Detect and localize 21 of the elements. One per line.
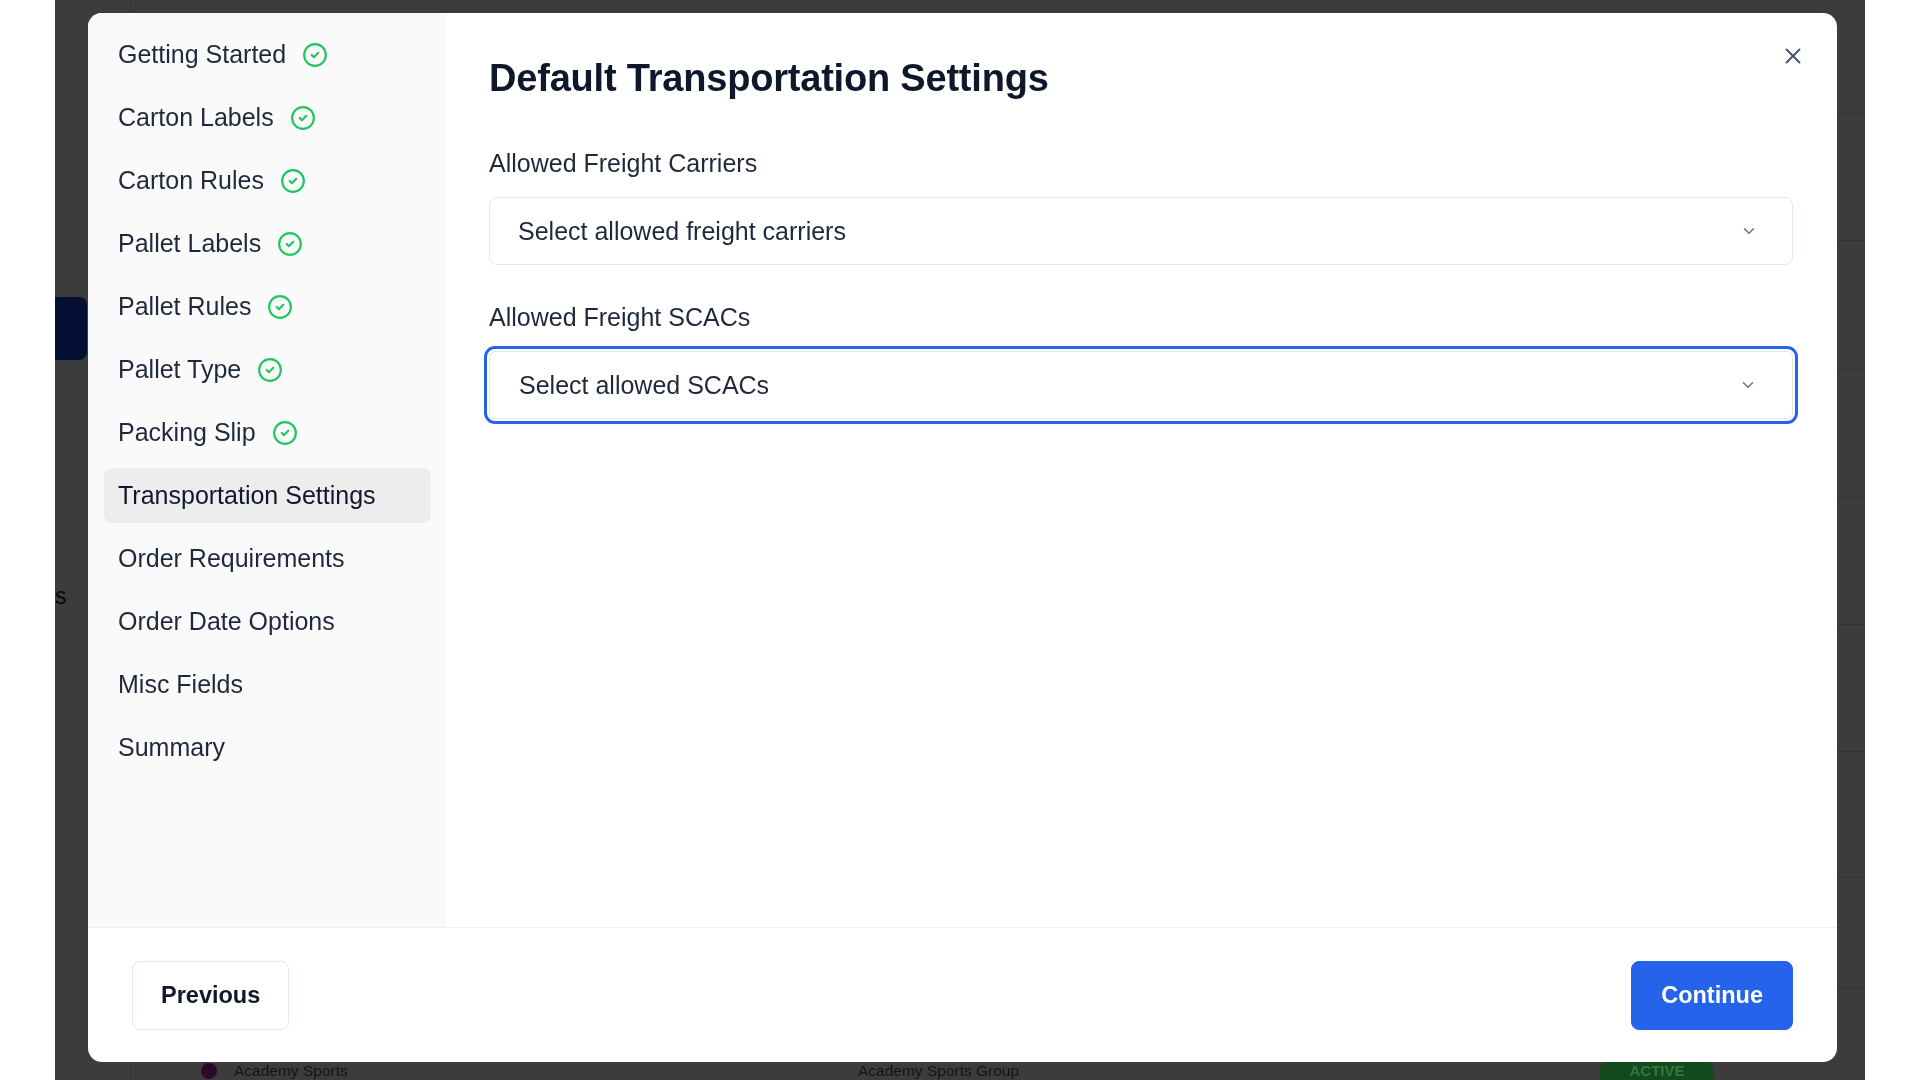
select-field[interactable]: Select allowed SCACs	[484, 346, 1798, 424]
continue-button[interactable]: Continue	[1631, 960, 1793, 1030]
step-item[interactable]: Carton Rules	[104, 153, 431, 208]
step-item[interactable]: Transportation Settings	[104, 468, 431, 523]
dialog-title: Default Transportation Settings	[489, 57, 1049, 99]
nav-highlight	[55, 297, 87, 360]
step-item[interactable]: Order Requirements	[104, 531, 431, 586]
step-item[interactable]: Packing Slip	[104, 405, 431, 460]
field-label: Allowed Freight SCACs	[489, 303, 751, 331]
step-item[interactable]: Pallet Labels	[104, 216, 431, 271]
field-label: Allowed Freight Carriers	[489, 149, 758, 177]
step-item[interactable]: Getting Started	[104, 27, 431, 82]
step-item[interactable]: Pallet Rules	[104, 279, 431, 334]
step-item[interactable]: Order Date Options	[104, 594, 431, 649]
step-item[interactable]: Pallet Type	[104, 342, 431, 397]
step-item[interactable]: Carton Labels	[104, 90, 431, 145]
step-item[interactable]: Misc Fields	[104, 657, 431, 712]
step-item[interactable]: Summary	[104, 720, 431, 775]
previous-button[interactable]: Previous	[132, 960, 290, 1030]
select-field[interactable]: Select allowed freight carriers	[489, 197, 1793, 265]
nav-label: s	[55, 584, 67, 608]
